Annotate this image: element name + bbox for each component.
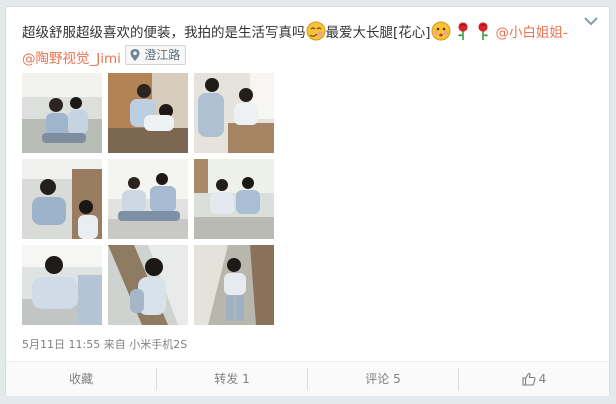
chevron-down-icon[interactable] [583, 15, 599, 27]
rose-icon [457, 22, 468, 40]
post-text-main: 超级舒服超级喜欢的便装，我拍的是生活写真吗 [22, 25, 306, 41]
like-count: 4 [538, 372, 547, 386]
source-prefix: 来自 [103, 338, 126, 351]
thumbs-up-icon [522, 372, 536, 386]
like-button[interactable]: 4 [459, 369, 609, 389]
post-source[interactable]: 小米手机2S [129, 338, 187, 351]
photo-thumbnail[interactable] [108, 159, 188, 239]
photo-thumbnail[interactable] [194, 159, 274, 239]
shy-face-icon [306, 21, 325, 41]
rose-icon [478, 22, 489, 40]
weibo-post-card: 超级舒服超级喜欢的便装，我拍的是生活写真吗 最爱大长腿[花心] @小白姐姐- @陶… [5, 6, 610, 396]
location-tag[interactable]: 澄江路 [125, 45, 187, 65]
mention-link[interactable]: @小白姐姐- [495, 25, 567, 41]
post-text-mid: 最爱大长腿[花心] [325, 25, 431, 41]
photo-thumbnail[interactable] [22, 159, 102, 239]
photo-thumbnail[interactable] [108, 245, 188, 325]
repost-button[interactable]: 转发 1 [157, 369, 307, 389]
mention-link[interactable]: @陶野视觉_Jimi [22, 51, 121, 67]
photo-thumbnail[interactable] [22, 245, 102, 325]
location-label: 澄江路 [144, 48, 181, 62]
post-text: 超级舒服超级喜欢的便装，我拍的是生活写真吗 最爱大长腿[花心] @小白姐姐- @陶… [22, 21, 570, 71]
kiss-face-icon [431, 21, 451, 41]
photo-thumbnail[interactable] [194, 73, 274, 153]
photo-thumbnail[interactable] [22, 73, 102, 153]
action-bar: 收藏 转发 1 评论 5 4 [6, 361, 609, 396]
photo-thumbnail[interactable] [108, 73, 188, 153]
photo-thumbnail[interactable] [194, 245, 274, 325]
favorite-button[interactable]: 收藏 [6, 369, 156, 389]
post-time[interactable]: 5月11日 11:55 [22, 338, 100, 351]
photo-grid [22, 73, 274, 325]
comment-button[interactable]: 评论 5 [308, 369, 458, 389]
post-meta: 5月11日 11:55 来自 小米手机2S [22, 336, 187, 352]
location-pin-icon [130, 49, 140, 61]
